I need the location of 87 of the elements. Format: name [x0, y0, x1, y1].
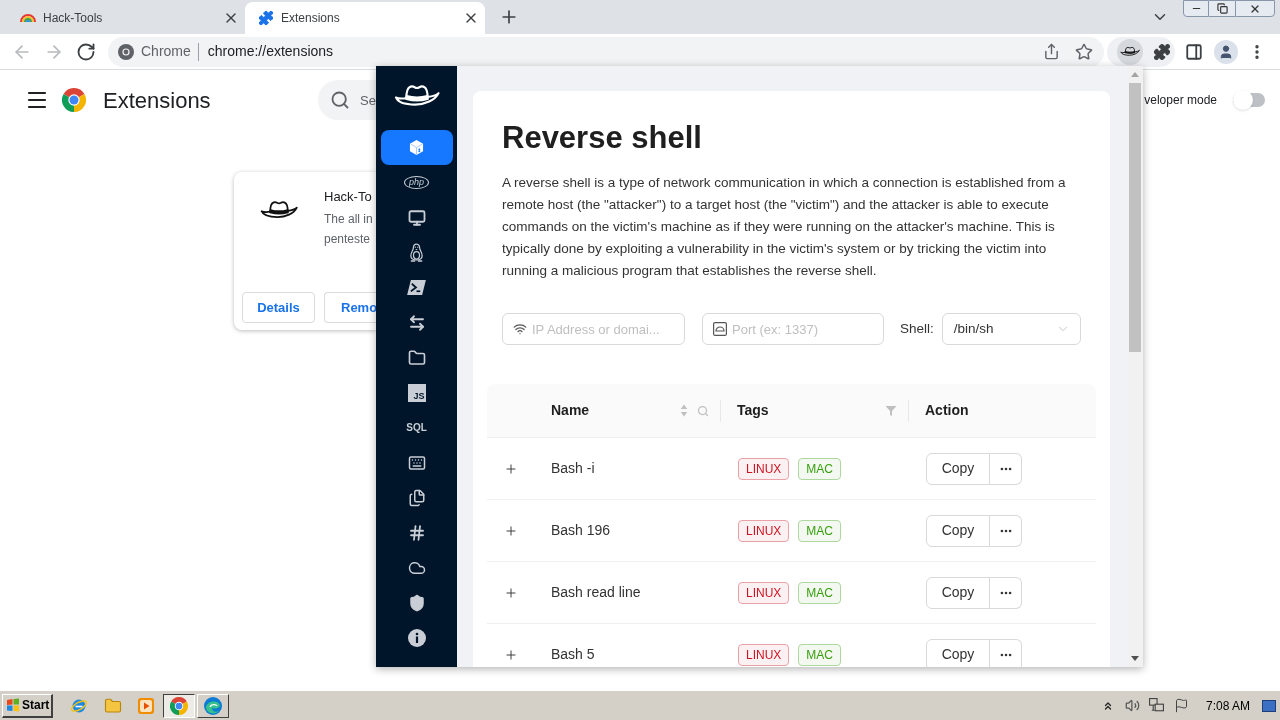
keyboard-icon	[407, 453, 426, 472]
arrows-left-right-icon	[407, 313, 426, 332]
extension-button[interactable]	[1117, 38, 1143, 65]
avatar-icon[interactable]	[1214, 39, 1238, 64]
browser-logo-icon	[62, 88, 86, 112]
penguin-icon	[409, 243, 424, 262]
side-panel-icon[interactable]	[1185, 42, 1203, 61]
extension-name: Hack-To	[324, 189, 373, 205]
terminal-icon	[407, 280, 426, 295]
address-bar[interactable]: Chrome chrome://extensions	[108, 36, 1104, 67]
shell-name: Bash read line	[551, 583, 641, 602]
scrollbar-thumb[interactable]	[1129, 83, 1141, 352]
puzzle-icon	[258, 10, 274, 26]
expand-icon[interactable]	[504, 585, 518, 600]
folder-icon	[407, 348, 426, 367]
browser-tab[interactable]: Extensions	[245, 2, 485, 34]
show-desktop-icon[interactable]	[1262, 699, 1276, 712]
hat-icon[interactable]	[393, 84, 440, 108]
share-icon[interactable]	[1043, 43, 1060, 60]
copy-button[interactable]: Copy	[926, 452, 990, 485]
restore-icon	[1216, 3, 1228, 14]
info-icon	[407, 628, 426, 647]
wifi-icon	[513, 322, 527, 336]
flag-icon[interactable]	[1173, 698, 1189, 713]
tag: LINUX	[738, 643, 790, 666]
expand-icon[interactable]	[504, 461, 518, 476]
network-icon[interactable]	[1148, 698, 1164, 713]
hat-icon	[1120, 46, 1140, 57]
star-icon[interactable]	[1075, 42, 1093, 61]
tag: MAC	[798, 519, 841, 542]
play-icon[interactable]	[138, 697, 154, 714]
clock-text: 7:08 AM	[1205, 697, 1250, 715]
column-header: Action	[925, 401, 969, 420]
copy-button[interactable]: Copy	[926, 576, 990, 609]
browser-logo-icon	[170, 696, 188, 715]
shell-name: Bash 196	[551, 521, 611, 540]
column-header: Name	[551, 401, 590, 420]
sidebar-item[interactable]	[380, 130, 453, 165]
restore-button[interactable]	[1209, 0, 1235, 17]
monitor-icon	[407, 208, 426, 227]
page-heading: Reverse shell	[502, 119, 703, 157]
card-button[interactable]: Details	[242, 292, 315, 323]
toggle-switch[interactable]	[1233, 90, 1265, 110]
ip-address-input[interactable]: IP Address or domai...	[502, 313, 685, 345]
tag: LINUX	[738, 457, 790, 480]
expand-icon[interactable]	[504, 523, 518, 538]
rainbow-icon	[20, 13, 36, 23]
developer-mode-label: veloper mode	[1144, 92, 1217, 109]
copy-button[interactable]: Copy	[926, 638, 990, 667]
speaker-icon[interactable]	[1124, 698, 1140, 713]
shell-name: Bash -i	[551, 459, 595, 478]
reload-icon[interactable]	[76, 41, 96, 62]
tag: LINUX	[738, 581, 790, 604]
tag: LINUX	[738, 519, 790, 542]
tag: MAC	[798, 457, 841, 480]
shell-label: Shell:	[900, 319, 934, 338]
search-field[interactable]: Se	[318, 80, 376, 120]
browser-logo-icon	[118, 43, 134, 60]
hash-icon	[407, 523, 426, 542]
description-text: A reverse shell is a type of network communication in which a connection is established from a remote host (the "attacker") to a target host (the "victim") and the attacker is able to execute commands on the victim's machine as if they were running on the attacker's machine. This is typically done by exploiting a vulnerability in the victim's system or by tricking the victim into running a malicious program that establishes the reverse shell.	[502, 174, 1067, 280]
extension-description: The all in	[324, 211, 373, 228]
cube-icon	[409, 139, 424, 156]
square-arch-icon	[713, 322, 727, 336]
hat-icon	[260, 200, 298, 220]
browser-tab[interactable]: Hack-Tools	[8, 2, 245, 34]
start-button[interactable]: Start	[2, 693, 53, 718]
expand-icon[interactable]	[504, 647, 518, 662]
taskbar-window-button[interactable]	[163, 693, 195, 718]
shell-select[interactable]: /bin/sh	[941, 313, 1081, 345]
tag: MAC	[798, 581, 841, 604]
extension-description: penteste	[324, 231, 372, 248]
port-input[interactable]: Port (ex: 1337)	[702, 313, 884, 345]
shell-name: Bash 5	[551, 645, 595, 664]
start-flag-icon	[6, 698, 20, 712]
files-icon	[407, 488, 426, 507]
sidebar-item[interactable]: php	[380, 165, 453, 200]
tag: MAC	[798, 643, 841, 666]
swirl-icon	[204, 696, 222, 715]
scroll-down-arrow-icon[interactable]	[1131, 656, 1139, 661]
column-header: Tags	[737, 401, 769, 420]
copy-button[interactable]: Copy	[926, 514, 990, 547]
shield-icon	[407, 593, 426, 612]
search-icon	[330, 90, 350, 110]
page-title: Extensions	[103, 86, 211, 115]
sidebar-item[interactable]: SQL	[380, 410, 453, 445]
puzzle-icon[interactable]	[1153, 42, 1171, 61]
sidebar-item[interactable]: JS	[380, 375, 453, 410]
